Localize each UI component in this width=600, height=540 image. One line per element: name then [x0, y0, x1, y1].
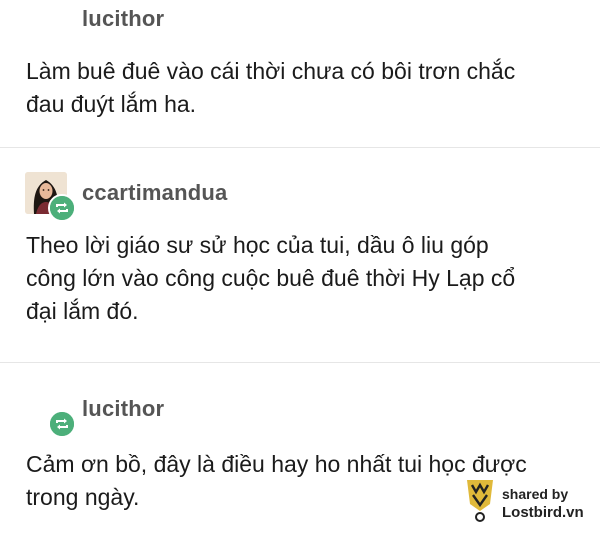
post-2: ccartimandua Theo lời giáo sư sử học của…	[0, 150, 600, 360]
post-text-line: công lớn vào công cuộc buê đuê thời Hy L…	[26, 265, 516, 291]
post-text-line: Làm buê đuê vào cái thời chưa có bôi trơ…	[26, 58, 516, 84]
post-username[interactable]: lucithor	[82, 396, 164, 422]
post-username[interactable]: ccartimandua	[82, 180, 227, 206]
lostbird-logo-icon	[464, 478, 496, 524]
watermark-line1: shared by	[502, 486, 569, 502]
reblog-icon	[48, 194, 76, 222]
watermark: shared by Lostbird.vn	[464, 478, 594, 528]
post-text: Theo lời giáo sư sử học của tui, dầu ô l…	[26, 229, 576, 328]
post-text-line: đại lắm đó.	[26, 298, 139, 324]
post-divider	[0, 147, 600, 148]
post-username[interactable]: lucithor	[82, 6, 164, 32]
reblog-icon	[48, 410, 76, 438]
post-text-line: đau đuýt lắm ha.	[26, 91, 197, 117]
post-text-line: Cảm ơn bồ, đây là điều hay ho nhất tui h…	[26, 451, 527, 477]
post-text-line: Theo lời giáo sư sử học của tui, dầu ô l…	[26, 232, 489, 258]
watermark-line2: Lostbird.vn	[502, 504, 584, 521]
post-1: lucithor Làm buê đuê vào cái thời chưa c…	[0, 0, 600, 146]
post-text: Làm buê đuê vào cái thời chưa có bôi trơ…	[26, 55, 576, 121]
post-divider	[0, 362, 600, 363]
